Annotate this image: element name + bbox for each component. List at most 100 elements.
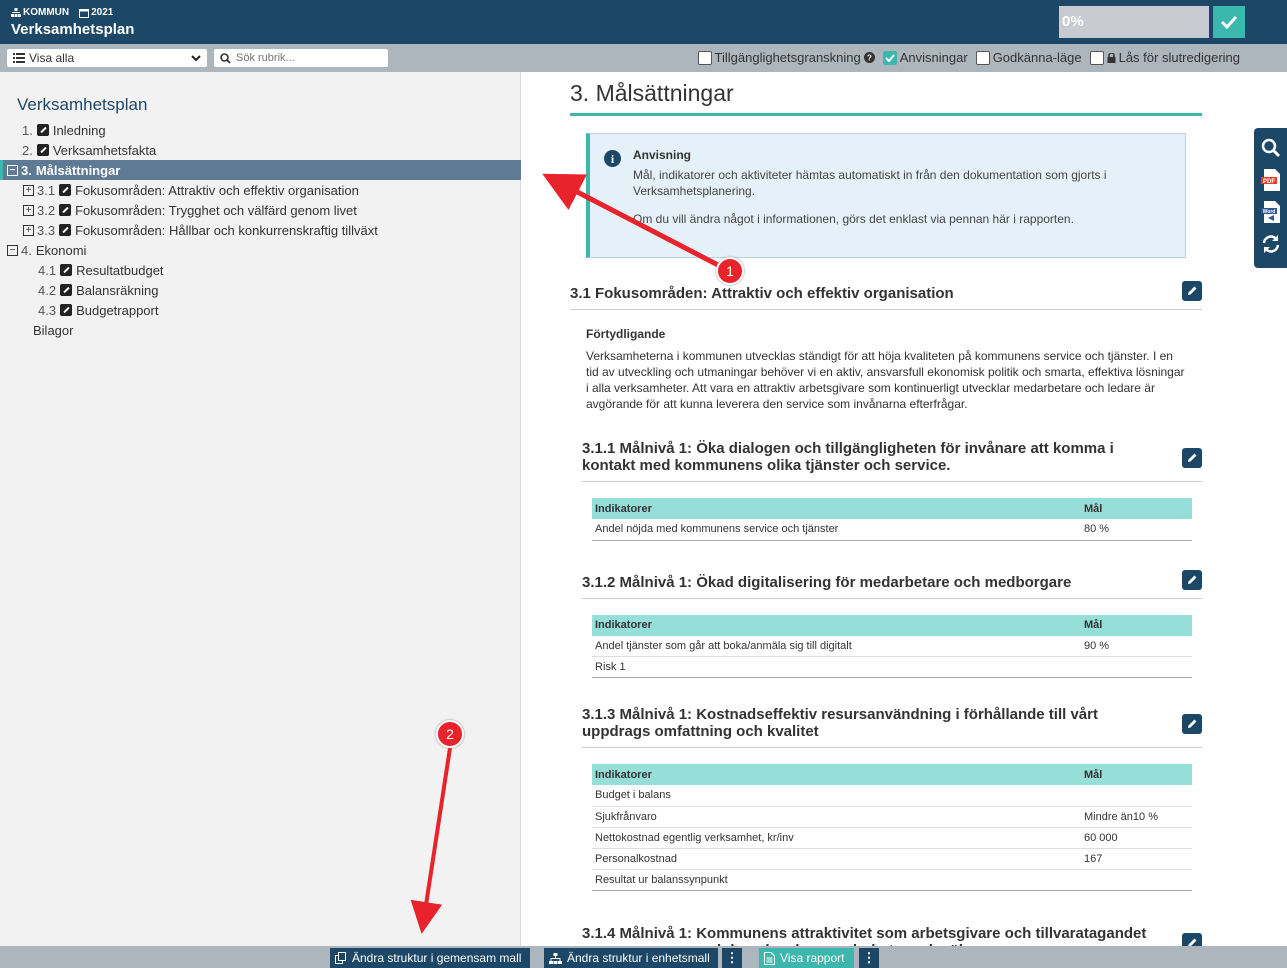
search-icon (220, 52, 231, 64)
refresh-button[interactable] (1260, 232, 1282, 256)
svg-text:Word: Word (1262, 209, 1275, 215)
goal-cell (1081, 869, 1192, 891)
check-approve-mode[interactable]: Godkänna-läge (975, 50, 1082, 65)
document-content: 3. Målsättningar i Anvisning Mål, indika… (522, 72, 1250, 946)
year-tag: 2021 (79, 7, 113, 18)
edit-goal-button[interactable] (1182, 932, 1202, 946)
check-lock[interactable]: Lås för slutredigering (1089, 50, 1240, 65)
edit-goal-button[interactable] (1182, 714, 1202, 734)
goal-heading: 3.1.3 Målnivå 1: Kostnadseffektiv resurs… (582, 706, 1202, 748)
table-row: Risk 1 (592, 656, 1192, 678)
pdf-icon: PDF (1260, 169, 1280, 191)
export-word-button[interactable]: Word (1260, 200, 1282, 224)
page-title: 3. Målsättningar (570, 72, 1202, 116)
edit-goal-button[interactable] (1182, 448, 1202, 468)
check-accessibility[interactable]: Tillgänglighetsgranskning ? (697, 50, 875, 65)
goal-cell: 80 % (1081, 519, 1192, 541)
goal-cell: 167 (1081, 848, 1192, 870)
check-instructions[interactable]: Anvisningar (882, 50, 968, 65)
nav-item-inledning[interactable]: 1. Inledning (0, 120, 521, 140)
advice-title: Anvisning (633, 148, 692, 162)
nav-item-verksamhetsfakta[interactable]: 2. Verksamhetsfakta (0, 140, 521, 160)
nav-item-ekonomi[interactable]: −4. Ekonomi (0, 240, 521, 260)
export-pdf-button[interactable]: PDF (1260, 168, 1282, 192)
expand-icon[interactable]: + (23, 224, 34, 236)
show-report-button[interactable]: Visa rapport (759, 948, 854, 968)
edit-icon (60, 264, 73, 276)
check-icon (885, 53, 895, 62)
help-icon[interactable]: ? (863, 52, 875, 63)
nav-num: 3. (21, 162, 32, 178)
search-input[interactable] (236, 52, 376, 64)
nav-label: Verksamhetsfakta (52, 142, 157, 158)
indicator-cell: Andel tjänster som går att boka/anmäla s… (592, 635, 1081, 657)
more-options-button[interactable]: ⋮ (722, 948, 742, 968)
expand-icon[interactable]: + (23, 184, 34, 196)
indicator-table-1: Indikatorer Mål Andel nöjda med kommunens… (592, 498, 1192, 541)
goal-heading: 3.1.1 Målnivå 1: Öka dialogen och tillgä… (582, 440, 1202, 482)
pencil-icon (1188, 575, 1197, 584)
indicator-table-3: Indikatorer Mål Budget i balans Sjukfrånv… (592, 764, 1192, 891)
indicator-cell: Andel nöjda med kommunens service och tj… (592, 519, 1081, 541)
export-toolbar: PDF Word (1254, 128, 1287, 268)
instructions-checkbox[interactable] (882, 50, 897, 65)
calendar-icon (79, 8, 90, 18)
lock-icon (1107, 52, 1116, 63)
nav-num: 2. (22, 142, 33, 158)
check-icon (1220, 15, 1238, 29)
org-name: KOMMUN (23, 7, 70, 18)
search-box[interactable] (214, 49, 388, 67)
nav-item-balansrakning[interactable]: 4.2 Balansräkning (0, 280, 521, 300)
report-options-button[interactable]: ⋮ (859, 948, 879, 968)
description-title: Förtydligande (586, 327, 666, 341)
nav-label: Inledning (52, 122, 106, 138)
goal-3-1-1: 3.1.1 Målnivå 1: Öka dialogen och tillgä… (582, 440, 1202, 482)
pencil-icon (1188, 719, 1197, 728)
nav-label: Målsättningar (35, 162, 121, 178)
nav-label: Ekonomi (35, 242, 87, 258)
sitemap-icon (549, 952, 562, 964)
advice-text-2: Om du vill ändra något i informationen, … (633, 212, 1074, 226)
nav-item-3-3[interactable]: +3.3 Fokusområden: Hållbar och konkurrens… (0, 220, 521, 240)
change-unit-template-button[interactable]: Ändra struktur i enhetsmall (544, 948, 718, 968)
table-row: Andel tjänster som går att boka/anmäla s… (592, 635, 1192, 657)
col-indicators: Indikatorer (592, 614, 1081, 636)
nav-label: Fokusområden: Hållbar och konkurrenskraf… (75, 222, 378, 238)
change-unit-template-label: Ändra struktur i enhetsmall (567, 951, 710, 965)
confirm-button[interactable] (1213, 6, 1245, 38)
nav-item-3-1[interactable]: +3.1 Fokusområden: Attraktiv och effektiv… (0, 180, 521, 200)
goal-3-1-2: 3.1.2 Målnivå 1: Ökad digitalisering för… (582, 569, 1202, 599)
lock-checkbox[interactable] (1089, 50, 1104, 65)
edit-section-button[interactable] (1182, 281, 1202, 301)
advice-text-1: Mål, indikatorer och aktiviteter hämtas … (633, 168, 1107, 198)
nav-item-bilagor[interactable]: Bilagor (0, 320, 521, 340)
table-row: Sjukfrånvaro Mindre än10 % (592, 806, 1192, 828)
approve-mode-checkbox[interactable] (975, 50, 990, 65)
nav-num: 1. (22, 122, 33, 138)
section-3-1: 3.1 Fokusområden: Attraktiv och effektiv… (570, 281, 1202, 310)
view-select[interactable]: Visa alla (7, 49, 207, 67)
edit-icon (60, 284, 73, 296)
edit-icon (59, 224, 72, 236)
expand-icon[interactable]: + (23, 204, 34, 216)
nav-label: Fokusområden: Trygghet och välfärd genom… (75, 202, 357, 218)
nav-item-budgetrapport[interactable]: 4.3 Budgetrapport (0, 300, 521, 320)
edit-goal-button[interactable] (1182, 569, 1202, 590)
accessibility-checkbox[interactable] (697, 50, 712, 65)
collapse-icon[interactable]: − (7, 164, 18, 176)
nav-item-malsattningar[interactable]: −3. Målsättningar (0, 160, 521, 180)
nav-item-3-2[interactable]: +3.2 Fokusområden: Trygghet och välfärd g… (0, 200, 521, 220)
change-shared-template-button[interactable]: Ändra struktur i gemensam mall (330, 948, 530, 968)
edit-icon (36, 124, 49, 136)
indicator-cell: Sjukfrånvaro (592, 806, 1081, 828)
indicator-cell: Risk 1 (592, 656, 1081, 678)
edit-icon (60, 304, 73, 316)
collapse-icon[interactable]: − (7, 244, 18, 256)
goal-heading: 3.1.4 Målnivå 1: Kommunens attraktivitet… (582, 925, 1202, 947)
org-tag: KOMMUN (11, 7, 69, 18)
toolbar: Visa alla Tillgänglighetsgranskning ? An… (0, 44, 1287, 72)
nav-item-resultatbudget[interactable]: 4.1 Resultatbudget (0, 260, 521, 280)
search-document-button[interactable] (1260, 136, 1282, 160)
pencil-icon (1188, 938, 1197, 946)
indicator-cell: Budget i balans (592, 785, 1081, 807)
